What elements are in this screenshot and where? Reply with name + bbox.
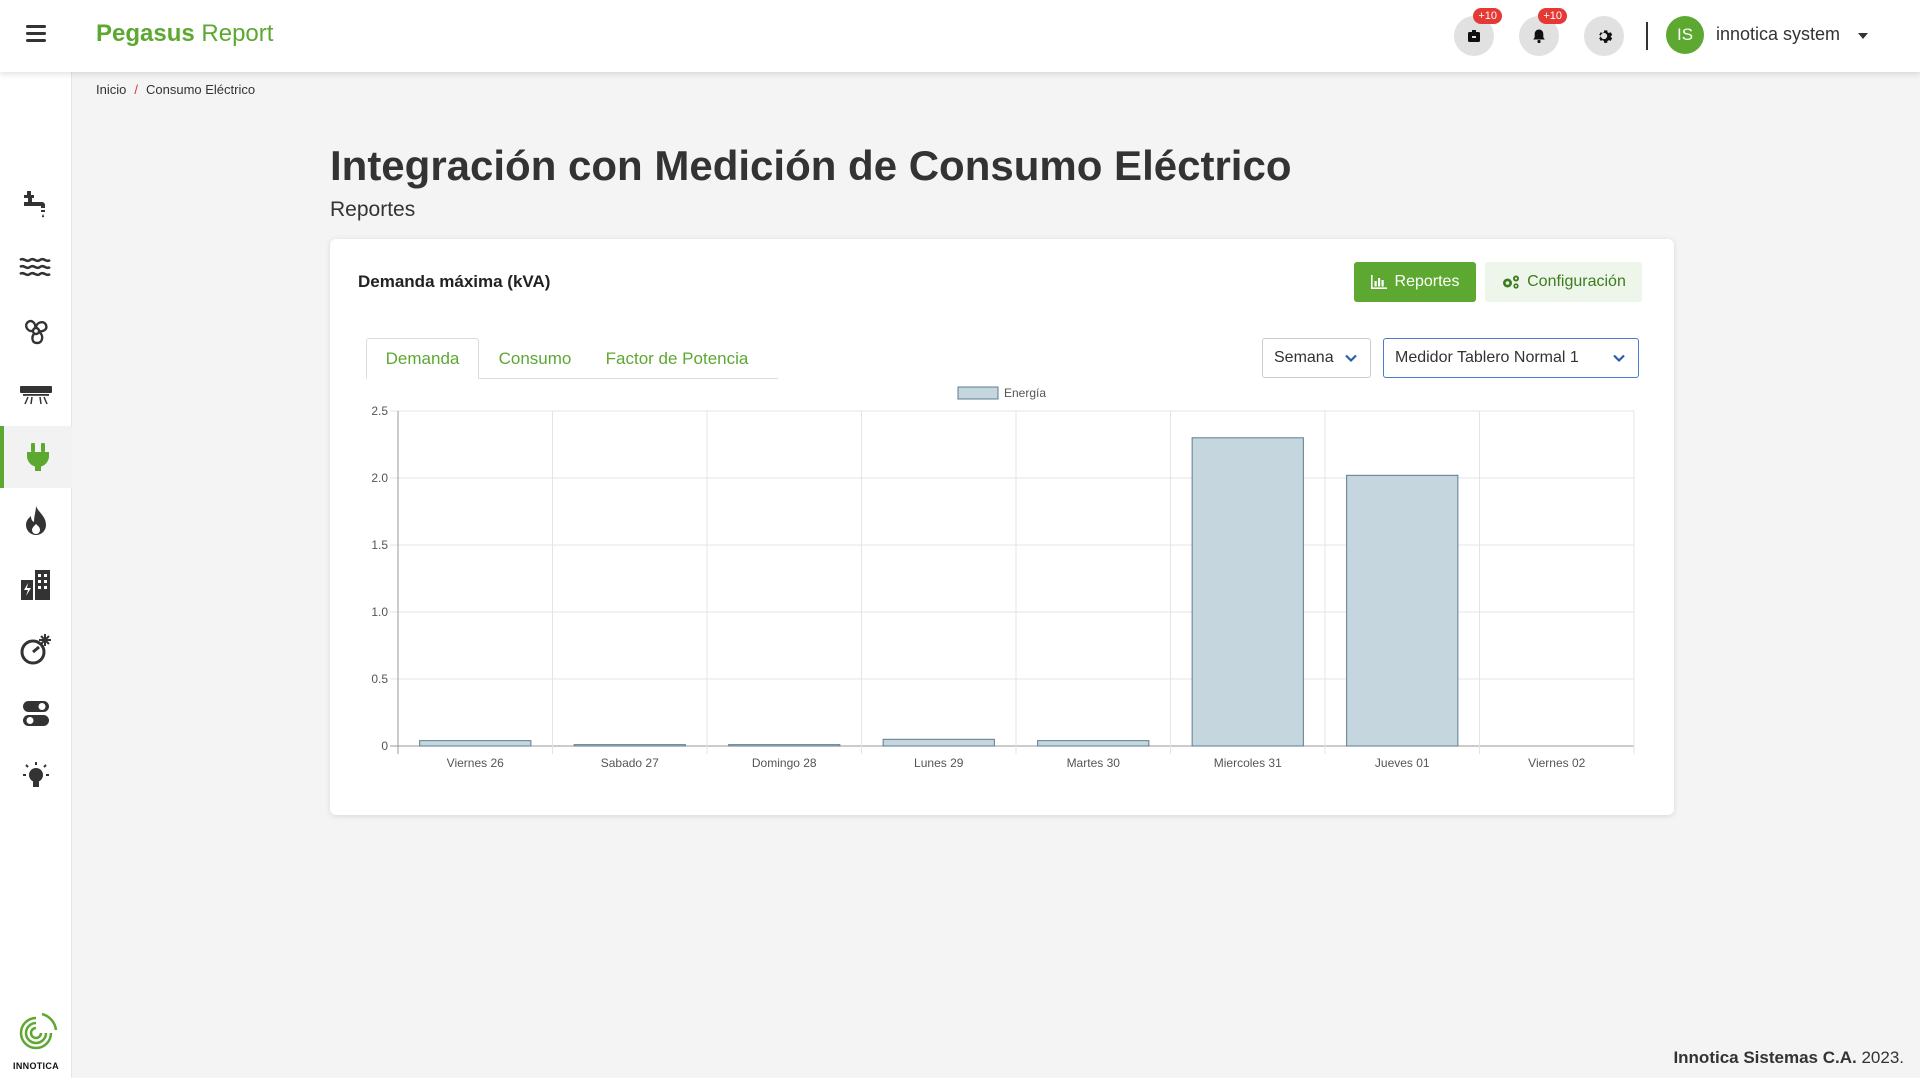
footer: Innotica Sistemas C.A. 2023. [1673,1048,1904,1068]
bar [573,744,686,747]
sidebar-item-ventilation[interactable] [0,300,72,362]
user-menu[interactable]: innotica system [1716,24,1840,45]
bar [1191,437,1304,747]
breadcrumb-home[interactable]: Inicio [96,82,126,97]
demand-bar-chart: Energía 0 0.5 1.0 1.5 2.0 2.5 Viernes 26 Sabado … [371,386,1635,770]
innotica-logo: INNOTICA [10,1010,62,1071]
hamburger-menu-icon[interactable] [22,22,50,50]
app-brand[interactable]: Pegasus Report [96,20,273,48]
gears-icon [1503,275,1520,289]
chevron-down-icon [1613,354,1625,363]
sidebar-item-climate[interactable] [0,618,72,680]
legend-label: Energía [1004,386,1046,400]
messages-button[interactable]: +10 [1454,8,1502,56]
gear-icon [1599,30,1613,43]
tab-factor-potencia[interactable]: Factor de Potencia [592,338,762,379]
sidebar-item-lighting[interactable] [0,746,72,808]
y-tick-label: 0 [381,739,388,753]
brand-name: Pegasus [96,20,195,47]
bar-chart-icon [1370,275,1387,289]
chart-tabs: Demanda Consumo Factor de Potencia [366,338,778,379]
page-subtitle: Reportes [330,198,416,221]
configuration-button[interactable]: Configuración [1485,262,1642,302]
tab-demanda[interactable]: Demanda [366,338,479,379]
sidebar-item-electric[interactable] [0,426,72,488]
bar [1346,474,1459,747]
sidebar-item-water[interactable] [0,172,72,234]
waves-icon [19,257,51,277]
settings-button[interactable] [1584,16,1624,56]
x-tick-label: Martes 30 [1067,756,1121,770]
sidebar-item-building[interactable] [0,554,72,616]
reports-button-label: Reportes [1394,273,1460,290]
breadcrumb: Inicio / Consumo Eléctrico [96,82,255,97]
breadcrumb-current: Consumo Eléctrico [145,82,256,97]
legend-swatch [957,386,999,400]
y-tick-label: 2.0 [371,471,388,485]
period-select-value: Semana [1274,349,1334,366]
top-bar: Pegasus Report +10 +10 IS innotica syste… [0,0,1920,72]
bar [1037,740,1150,747]
plug-icon [27,443,49,471]
tab-consumo[interactable]: Consumo [482,338,588,379]
reports-button[interactable]: Reportes [1354,262,1476,302]
brand-suffix: Report [201,20,274,47]
x-tick-label: Viernes 26 [447,756,504,770]
breadcrumb-separator: / [134,82,138,97]
header-divider [1646,22,1648,50]
x-tick-label: Sabado 27 [601,756,659,770]
sidebar: INNOTICA [0,72,72,1078]
sidebar-item-controls[interactable] [0,682,72,744]
y-tick-label: 1.5 [371,538,388,552]
notifications-badge: +10 [1538,8,1567,24]
caret-down-icon[interactable] [1858,33,1868,39]
period-select[interactable]: Semana [1262,338,1371,378]
x-tick-label: Jueves 01 [1375,756,1430,770]
water-tap-icon [24,191,45,218]
notifications-button[interactable]: +10 [1519,8,1567,56]
report-card: Demanda máxima (kVA) Reportes Configurac… [330,239,1674,815]
sidebar-item-hvac[interactable] [0,364,72,426]
innotica-logo-mark [19,1012,58,1050]
inbox-icon [1468,30,1480,42]
footer-year: 2023. [1861,1048,1904,1067]
y-tick-label: 2.5 [371,404,388,418]
light-bulb-icon [23,762,49,787]
demand-chart: Energía 0 0.5 1.0 1.5 2.0 2.5 Viernes 26 Sabado … [330,379,1674,799]
bar [882,738,995,747]
x-tick-label: Lunes 29 [914,756,964,770]
toggle-icon [23,701,49,726]
y-tick-label: 0.5 [371,672,388,686]
footer-company: Innotica Sistemas C.A. [1673,1048,1857,1067]
configuration-button-label: Configuración [1527,273,1626,290]
page-title: Integración con Medición de Consumo Eléc… [330,142,1292,189]
messages-badge: +10 [1473,8,1502,24]
wind-icon [25,319,48,345]
air-conditioner-icon [20,386,52,405]
meter-select[interactable]: Medidor Tablero Normal 1 [1383,338,1639,378]
chevron-down-icon [1345,354,1357,363]
sidebar-item-gas[interactable] [0,490,72,552]
x-tick-label: Domingo 28 [752,756,817,770]
sidebar-item-waves[interactable] [0,236,72,298]
y-tick-label: 1.0 [371,605,388,619]
bar [419,740,532,747]
card-title: Demanda máxima (kVA) [358,272,551,291]
flame-icon [26,506,46,535]
x-tick-label: Viernes 02 [1528,756,1585,770]
building-energy-icon [21,570,50,600]
x-tick-label: Miercoles 31 [1214,756,1282,770]
logo-text: INNOTICA [13,1061,59,1071]
avatar[interactable]: IS [1666,16,1704,54]
climate-icon [20,634,51,665]
bell-icon [1533,29,1545,44]
meter-select-value: Medidor Tablero Normal 1 [1395,349,1579,366]
bar [728,744,841,747]
